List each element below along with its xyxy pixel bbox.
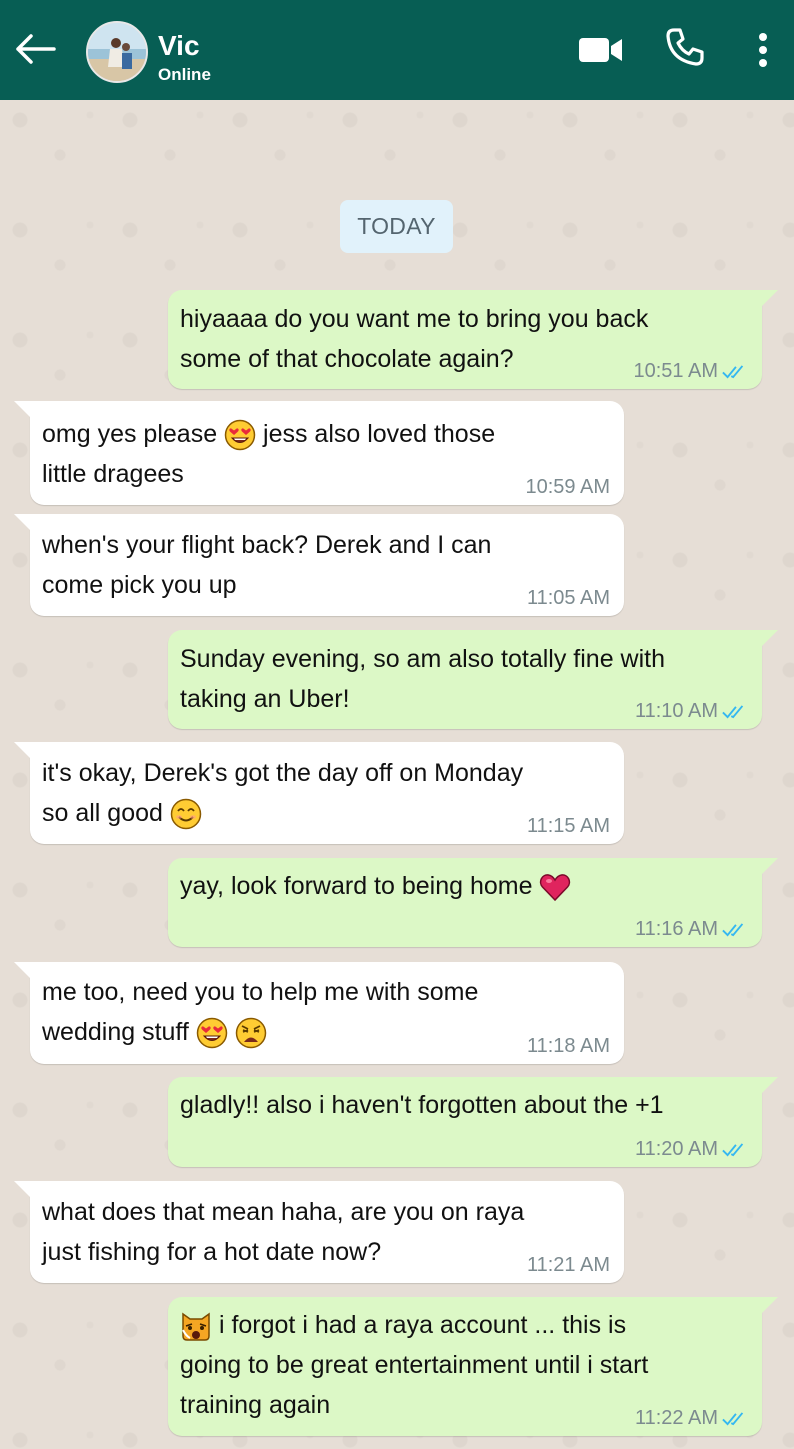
message-incoming[interactable]: me too, need you to help me with some we… — [14, 962, 624, 1064]
message-meta: 11:20 AM — [635, 1137, 748, 1161]
back-button[interactable] — [12, 28, 58, 70]
message-time: 11:10 AM — [634, 700, 718, 722]
weary-cat-emoji — [180, 1310, 212, 1342]
more-vertical-icon — [759, 33, 767, 67]
message-meta: 10:51 AM — [633, 359, 748, 383]
message-meta: 11:22 AM — [635, 1406, 748, 1430]
message-meta: 10:59 AM — [525, 475, 610, 499]
message-text-part: it's okay, Derek's got the day off on Mo… — [42, 759, 524, 827]
message-time: 11:16 AM — [634, 918, 718, 940]
message-meta: 11:18 AM — [527, 1034, 610, 1058]
avatar[interactable] — [86, 21, 148, 83]
heart-eyes-emoji — [224, 419, 256, 451]
video-call-icon — [579, 38, 622, 62]
message-outgoing[interactable]: hiyaaaa do you want me to bring you back… — [168, 290, 778, 389]
message-time: 11:22 AM — [634, 1407, 718, 1429]
contact-name[interactable]: Vic — [158, 30, 200, 62]
message-time: 11:18 AM — [526, 1035, 610, 1057]
message-outgoing[interactable]: i forgot i had a raya account ... this i… — [168, 1297, 778, 1436]
voice-call-button[interactable] — [660, 22, 710, 72]
message-outgoing[interactable]: gladly!! also i haven't forgotten about … — [168, 1077, 778, 1167]
message-time: 11:21 AM — [526, 1254, 610, 1276]
read-receipt-icon — [722, 1141, 748, 1158]
message-text-part: omg yes please — [42, 420, 218, 448]
back-arrow-icon — [16, 34, 56, 64]
video-call-button[interactable] — [574, 30, 628, 70]
message-time: 10:51 AM — [633, 360, 718, 382]
message-time: 11:05 AM — [526, 587, 610, 609]
read-receipt-icon — [722, 703, 748, 720]
chat-header: Vic Online — [0, 0, 794, 100]
message-meta: 11:16 AM — [635, 917, 748, 941]
message-meta: 11:10 AM — [635, 699, 748, 723]
message-incoming[interactable]: omg yes please jess also loved those lit… — [14, 401, 624, 505]
message-text: gladly!! also i haven't forgotten about … — [180, 1091, 664, 1119]
message-text-part: i forgot i had a raya account ... this i… — [180, 1311, 649, 1419]
message-incoming[interactable]: what does that mean haha, are you on ray… — [14, 1181, 624, 1283]
message-outgoing[interactable]: Sunday evening, so am also totally fine … — [168, 630, 778, 729]
message-incoming[interactable]: it's okay, Derek's got the day off on Mo… — [14, 742, 624, 844]
read-receipt-icon — [722, 1410, 748, 1427]
read-receipt-icon — [722, 363, 748, 380]
red-heart-emoji — [539, 871, 571, 903]
more-options-button[interactable] — [748, 26, 778, 74]
phone-icon — [666, 28, 704, 66]
message-text: yay, look forward to being home — [180, 866, 750, 906]
message-time: 11:20 AM — [634, 1138, 718, 1160]
date-separator: TODAY — [340, 200, 453, 253]
read-receipt-icon — [722, 921, 748, 938]
message-time: 10:59 AM — [525, 476, 610, 498]
contact-status: Online — [158, 65, 211, 84]
message-meta: 11:21 AM — [527, 1253, 610, 1277]
message-text-part: yay, look forward to being home — [180, 872, 533, 900]
weary-face-emoji — [235, 1017, 267, 1049]
message-meta: 11:15 AM — [527, 814, 610, 838]
avatar-photo — [88, 23, 146, 81]
message-incoming[interactable]: when's your flight back? Derek and I can… — [14, 514, 624, 616]
smiling-face-emoji — [170, 798, 202, 830]
heart-eyes-emoji — [196, 1017, 228, 1049]
message-meta: 11:05 AM — [527, 586, 610, 610]
message-time: 11:15 AM — [526, 815, 610, 837]
message-outgoing[interactable]: yay, look forward to being home 11:16 AM — [168, 858, 778, 947]
